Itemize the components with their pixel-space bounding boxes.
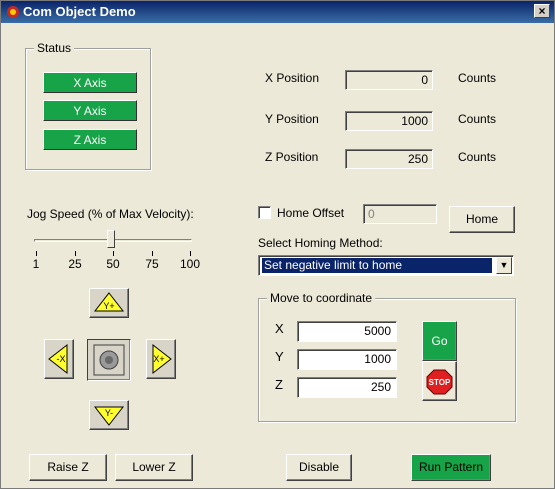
raise-z-button[interactable]: Raise Z (29, 454, 107, 481)
y-position-label: Y Position (265, 112, 319, 126)
x-position-unit: Counts (458, 71, 497, 85)
slider-tick (75, 251, 76, 256)
status-legend: Status (34, 41, 75, 55)
status-group: Status X Axis Y Axis Z Axis (25, 41, 151, 170)
jog-y-plus-button[interactable]: Y+ (89, 288, 129, 318)
jog-x-plus-button[interactable]: X+ (146, 339, 176, 379)
slider-tick-label: 75 (145, 257, 159, 271)
jog-x-minus-button[interactable]: -X (44, 339, 74, 379)
x-minus-text: -X (57, 354, 66, 364)
slider-tick-label: 100 (179, 257, 201, 271)
slider-tick (36, 251, 37, 256)
homing-method-select[interactable]: Set negative limit to home ▼ (258, 255, 514, 276)
slider-tick-label: 1 (32, 257, 40, 271)
chevron-down-icon[interactable]: ▼ (496, 257, 512, 274)
slider-tick-label: 25 (68, 257, 82, 271)
y-axis-status-button[interactable]: Y Axis (43, 100, 137, 121)
app-window: Com Object Demo × Status X Axis Y Axis Z… (0, 0, 555, 489)
y-position-unit: Counts (458, 112, 497, 126)
home-offset-label: Home Offset (277, 206, 345, 220)
run-pattern-button[interactable]: Run Pattern (411, 454, 491, 481)
homing-method-label: Select Homing Method: (258, 236, 383, 250)
slider-tick (152, 251, 153, 256)
x-position-label: X Position (265, 71, 320, 85)
slider-tick (113, 251, 114, 256)
slider-tick-label: 50 (106, 257, 120, 271)
move-to-coordinate-group: Move to coordinate X 5000 Y 1000 Z 250 G… (258, 291, 516, 422)
window-title: Com Object Demo (23, 4, 136, 19)
y-plus-text: Y+ (103, 301, 114, 311)
z-position-label: Z Position (265, 150, 319, 164)
jog-speed-label: Jog Speed (% of Max Velocity): (27, 207, 194, 221)
x-axis-status-button[interactable]: X Axis (43, 72, 137, 93)
jog-stop-center-button[interactable] (87, 339, 131, 381)
close-button[interactable]: × (534, 4, 550, 18)
slider-tick (190, 251, 191, 256)
y-position-field: 1000 (345, 111, 433, 131)
homing-method-selected: Set negative limit to home (262, 258, 492, 273)
home-button[interactable]: Home (449, 206, 515, 233)
stop-text: STOP (429, 378, 451, 387)
x-plus-arrow-icon: X+ (152, 343, 172, 375)
stop-sign-icon: STOP (426, 369, 453, 395)
jog-y-minus-button[interactable]: Y- (89, 400, 129, 430)
z-position-field: 250 (345, 149, 433, 169)
jog-speed-slider-thumb[interactable] (107, 230, 115, 248)
move-z-label: Z (275, 377, 283, 392)
y-plus-arrow-icon: Y+ (93, 292, 125, 312)
lower-z-button[interactable]: Lower Z (115, 454, 193, 481)
go-button[interactable]: Go (422, 321, 457, 361)
title-bar: Com Object Demo × (1, 1, 554, 23)
x-minus-arrow-icon: -X (48, 343, 68, 375)
home-offset-checkbox[interactable] (258, 206, 271, 219)
move-x-input[interactable]: 5000 (297, 321, 397, 342)
disable-button[interactable]: Disable (286, 454, 352, 481)
home-offset-field[interactable]: 0 (363, 204, 437, 224)
x-plus-text: X+ (153, 354, 164, 364)
y-minus-text: Y- (105, 408, 113, 418)
app-icon (7, 6, 19, 18)
y-minus-arrow-icon: Y- (93, 406, 125, 426)
move-z-input[interactable]: 250 (297, 377, 397, 398)
move-x-label: X (275, 321, 284, 336)
x-position-field: 0 (345, 70, 433, 90)
move-y-input[interactable]: 1000 (297, 349, 397, 370)
jog-center-icon (93, 344, 125, 376)
move-to-coordinate-legend: Move to coordinate (267, 291, 376, 305)
z-axis-status-button[interactable]: Z Axis (43, 129, 137, 150)
z-position-unit: Counts (458, 150, 497, 164)
stop-button[interactable]: STOP (422, 361, 457, 401)
move-y-label: Y (275, 349, 284, 364)
